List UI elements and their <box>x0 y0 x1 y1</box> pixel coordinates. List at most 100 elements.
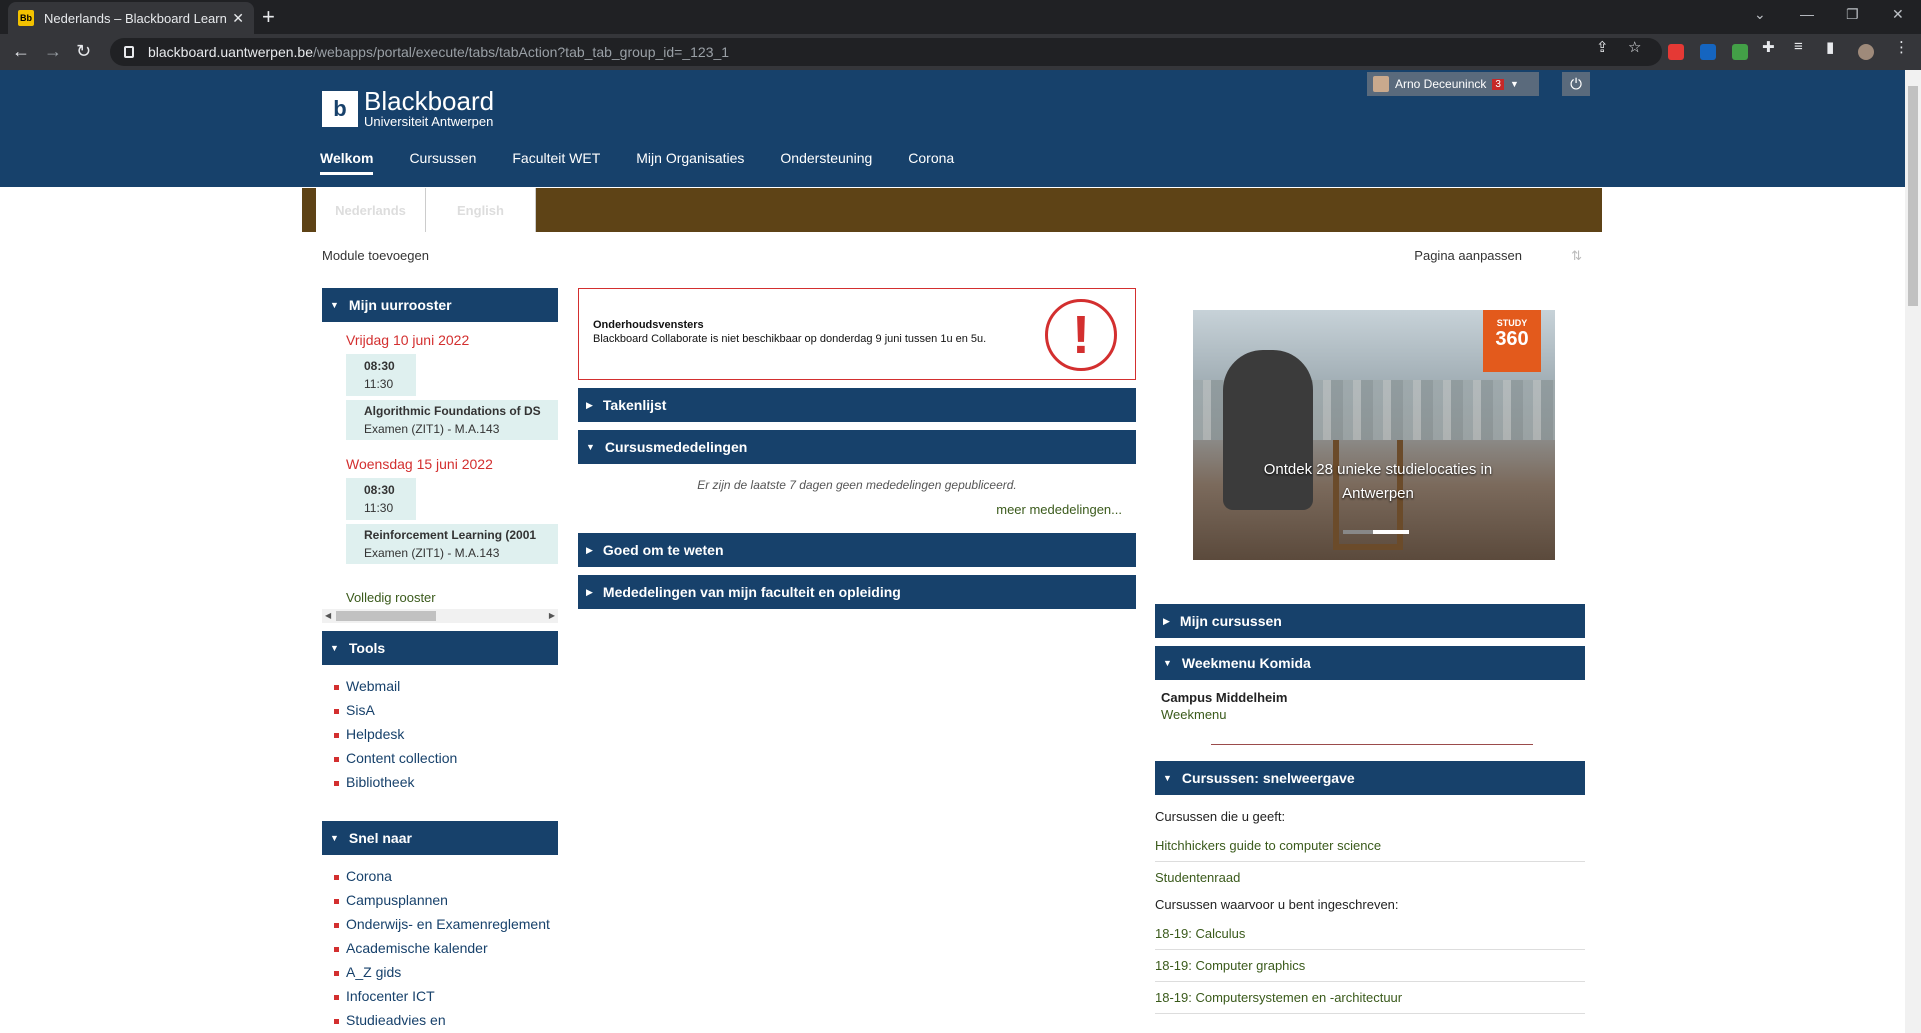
start-time: 08:30 <box>364 359 395 373</box>
promo-banner[interactable]: STUDY 360 Ontdek 28 unieke studielocatie… <box>1193 310 1555 560</box>
notification-badge: 3 <box>1492 78 1504 90</box>
lang-tab-english[interactable]: English <box>426 188 536 232</box>
course-link[interactable]: 18-19: Calculus <box>1155 918 1585 950</box>
module-title: Mijn cursussen <box>1179 613 1282 629</box>
module-title: Snel naar <box>348 830 412 846</box>
quicklink-az-gids[interactable]: A_Z gids <box>334 963 558 982</box>
reorder-icon[interactable]: ⇅ <box>1571 248 1582 264</box>
page-scrollbar-thumb[interactable] <box>1908 86 1918 306</box>
module-header-faculteit-mededelingen[interactable]: ▶ Mededelingen van mijn faculteit en opl… <box>578 575 1136 609</box>
module-header-tools[interactable]: ▼ Tools <box>322 631 558 665</box>
course-link[interactable]: 18-19: Computersystemen en -architectuur <box>1155 982 1585 1014</box>
weekmenu-link[interactable]: Weekmenu <box>1161 707 1585 722</box>
course-link[interactable]: 18-19: Computer graphics <box>1155 950 1585 982</box>
new-tab-icon[interactable]: + <box>262 4 275 30</box>
tool-link-webmail[interactable]: Webmail <box>334 677 558 696</box>
module-header-uurrooster[interactable]: ▼ Mijn uurrooster <box>322 288 558 322</box>
add-module-link[interactable]: Module toevoegen <box>322 248 429 263</box>
module-title: Cursussen: snelweergave <box>1181 770 1355 786</box>
tool-link-sisa[interactable]: SisA <box>334 701 558 720</box>
maintenance-alert: Onderhoudsvensters Blackboard Collaborat… <box>578 288 1136 380</box>
schedule-entry: Woensdag 15 juni 2022 08:30 11:30 Reinfo… <box>322 456 558 564</box>
schedule-course[interactable]: Algorithmic Foundations of DS Examen (ZI… <box>346 400 558 440</box>
quicklink-corona[interactable]: Corona <box>334 867 558 886</box>
tool-link-helpdesk[interactable]: Helpdesk <box>334 725 558 744</box>
scroll-right-icon[interactable]: ▶ <box>549 609 555 623</box>
course-detail: Examen (ZIT1) - M.A.143 <box>364 546 500 560</box>
user-menu[interactable]: Arno Deceuninck 3 ▼ <box>1367 72 1539 96</box>
tab-title: Nederlands – Blackboard Learn <box>44 10 227 26</box>
module-title: Takenlijst <box>602 397 667 413</box>
bookmark-star-icon[interactable]: ☆ <box>1628 38 1641 56</box>
chevron-down-icon: ▼ <box>1509 79 1519 89</box>
scroll-left-icon[interactable]: ◀ <box>325 609 331 623</box>
course-link[interactable]: Hitchhickers guide to computer science <box>1155 830 1585 862</box>
tool-link-content-collection[interactable]: Content collection <box>334 749 558 768</box>
extensions-puzzle-icon[interactable]: ✚ <box>1762 38 1775 56</box>
media-queue-icon[interactable]: ≡ <box>1794 38 1803 55</box>
schedule-course[interactable]: Reinforcement Learning (2001 Examen (ZIT… <box>346 524 558 564</box>
browser-tab[interactable]: Bb Nederlands – Blackboard Learn ✕ <box>8 2 254 34</box>
extension-green-icon[interactable] <box>1732 44 1748 60</box>
module-header-takenlijst[interactable]: ▶ Takenlijst <box>578 388 1136 422</box>
tool-link-bibliotheek[interactable]: Bibliotheek <box>334 773 558 792</box>
extension-red-icon[interactable] <box>1668 44 1684 60</box>
quicklink-examenreglement[interactable]: Onderwijs- en Examenreglement <box>334 915 558 934</box>
logout-power-icon[interactable]: ⏻ <box>1562 72 1590 96</box>
tab-close-icon[interactable]: ✕ <box>232 10 244 27</box>
page-scrollbar[interactable] <box>1905 70 1921 1033</box>
profile-avatar-icon[interactable] <box>1858 44 1874 60</box>
module-header-goed-om-te-weten[interactable]: ▶ Goed om te weten <box>578 533 1136 567</box>
nav-tab-mijn-organisaties[interactable]: Mijn Organisaties <box>636 150 744 175</box>
browser-menu-icon[interactable]: ⋮ <box>1894 38 1909 56</box>
nav-tab-ondersteuning[interactable]: Ondersteuning <box>780 150 872 175</box>
blackboard-header: b Blackboard Universiteit Antwerpen Welk… <box>0 70 1905 187</box>
address-bar[interactable]: blackboard.uantwerpen.be /webapps/portal… <box>110 38 1662 66</box>
collapse-triangle-icon: ▼ <box>586 442 595 452</box>
quicklink-studieadvies[interactable]: Studieadvies en <box>334 1011 558 1030</box>
module-header-cursusmededelingen[interactable]: ▼ Cursusmededelingen <box>578 430 1136 464</box>
quicklink-infocenter-ict[interactable]: Infocenter ICT <box>334 987 558 1006</box>
share-icon[interactable]: ⇪ <box>1596 38 1609 56</box>
tab-search-icon[interactable]: ⌄ <box>1754 6 1766 23</box>
courses-enrolled-label: Cursussen waarvoor u bent ingeschreven: <box>1155 897 1399 912</box>
quicklink-academische-kalender[interactable]: Academische kalender <box>334 939 558 958</box>
lock-icon <box>124 46 134 58</box>
nav-tab-faculteit-wet[interactable]: Faculteit WET <box>512 150 600 175</box>
courses-given-label: Cursussen die u geeft: <box>1155 809 1286 824</box>
quicklink-campusplannen[interactable]: Campusplannen <box>334 891 558 910</box>
schedule-time: 08:30 11:30 <box>346 478 416 520</box>
carousel-indicator[interactable] <box>1343 530 1409 534</box>
horizontal-scrollbar[interactable]: ◀ ▶ <box>322 609 558 623</box>
window-close-icon[interactable]: ✕ <box>1892 6 1904 23</box>
course-link[interactable]: Studentenraad <box>1155 862 1585 893</box>
university-name: Universiteit Antwerpen <box>364 114 494 129</box>
forward-icon[interactable]: → <box>44 40 62 62</box>
blackboard-logo[interactable]: b Blackboard Universiteit Antwerpen <box>322 88 494 129</box>
nav-tab-cursussen[interactable]: Cursussen <box>409 150 476 175</box>
back-icon[interactable]: ← <box>12 40 30 62</box>
module-header-weekmenu[interactable]: ▼ Weekmenu Komida <box>1155 646 1585 680</box>
expand-triangle-icon: ▶ <box>586 544 593 555</box>
lang-tab-nederlands[interactable]: Nederlands <box>316 188 426 232</box>
restore-icon[interactable]: ❐ <box>1846 6 1859 23</box>
minimize-icon[interactable]: — <box>1800 6 1814 22</box>
collapse-triangle-icon: ▼ <box>1163 658 1172 668</box>
module-header-mijn-cursussen[interactable]: ▶ Mijn cursussen <box>1155 604 1585 638</box>
nav-tab-corona[interactable]: Corona <box>908 150 954 175</box>
nav-tab-welkom[interactable]: Welkom <box>320 150 374 175</box>
full-schedule-link[interactable]: Volledig rooster <box>346 590 558 605</box>
customize-page-link[interactable]: Pagina aanpassen <box>1414 248 1522 263</box>
extension-blue-icon[interactable] <box>1700 44 1716 60</box>
reload-icon[interactable]: ↻ <box>76 40 91 62</box>
module-title: Tools <box>348 640 386 656</box>
scrollbar-thumb[interactable] <box>336 611 436 621</box>
campus-name: Campus Middelheim <box>1161 690 1288 705</box>
expand-triangle-icon: ▶ <box>586 586 593 597</box>
brand-name: Blackboard <box>364 86 495 116</box>
side-panel-icon[interactable]: ▮ <box>1826 38 1834 56</box>
url-host: blackboard.uantwerpen.be <box>148 44 314 60</box>
module-header-snel-naar[interactable]: ▼ Snel naar <box>322 821 558 855</box>
more-announcements-link[interactable]: meer mededelingen... <box>578 496 1136 533</box>
module-header-snelweergave[interactable]: ▼ Cursussen: snelweergave <box>1155 761 1585 795</box>
